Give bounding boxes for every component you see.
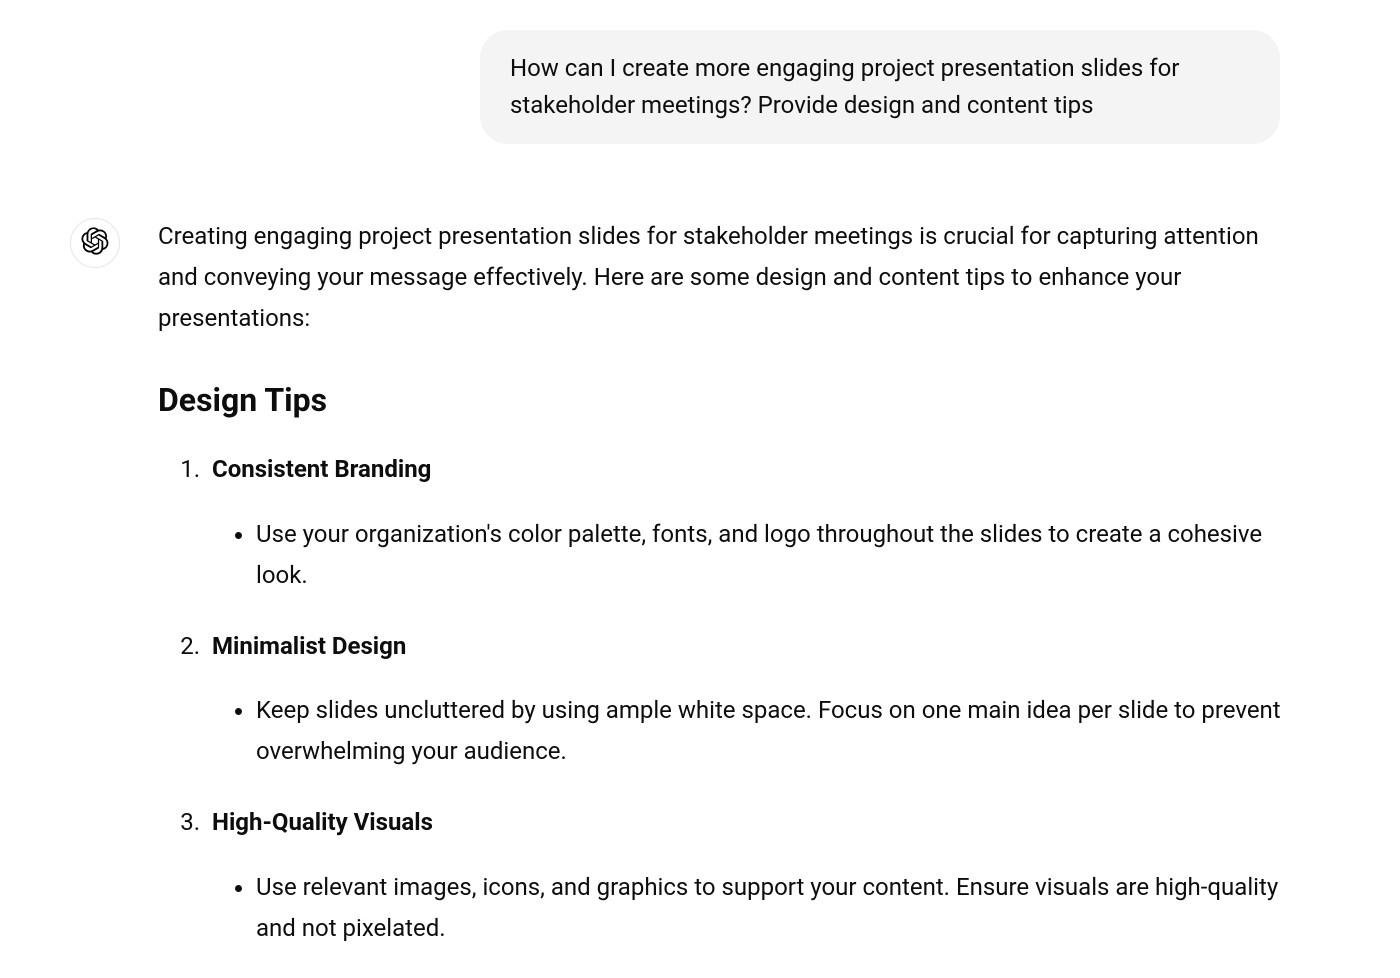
- tip-bullet: Use relevant images, icons, and graphics…: [256, 867, 1300, 949]
- user-message-bubble[interactable]: How can I create more engaging project p…: [480, 30, 1280, 144]
- tip-bullets: Use your organization's color palette, f…: [212, 514, 1300, 596]
- tip-bullets: Keep slides uncluttered by using ample w…: [212, 690, 1300, 772]
- list-item: Consistent Branding Use your organizatio…: [206, 449, 1300, 595]
- section-heading-design-tips: Design Tips: [158, 373, 1300, 427]
- openai-logo-icon: [81, 227, 109, 259]
- tip-title: Consistent Branding: [212, 449, 431, 490]
- user-message-text: How can I create more engaging project p…: [510, 54, 1179, 119]
- tip-bullet: Use your organization's color palette, f…: [256, 514, 1300, 596]
- assistant-intro-paragraph: Creating engaging project presentation s…: [158, 216, 1300, 338]
- assistant-avatar: [70, 218, 120, 268]
- assistant-message-content: Creating engaging project presentation s…: [158, 216, 1300, 978]
- user-message-row: How can I create more engaging project p…: [40, 30, 1360, 144]
- tip-bullet: Keep slides uncluttered by using ample w…: [256, 690, 1300, 772]
- assistant-message-row: Creating engaging project presentation s…: [40, 216, 1360, 978]
- tip-title: Minimalist Design: [212, 626, 406, 667]
- list-item: Minimalist Design Keep slides uncluttere…: [206, 626, 1300, 772]
- tip-bullets: Use relevant images, icons, and graphics…: [212, 867, 1300, 949]
- design-tips-list: Consistent Branding Use your organizatio…: [158, 449, 1300, 948]
- tip-title: High-Quality Visuals: [212, 802, 433, 843]
- list-item: High-Quality Visuals Use relevant images…: [206, 802, 1300, 948]
- chat-container: How can I create more engaging project p…: [0, 0, 1400, 978]
